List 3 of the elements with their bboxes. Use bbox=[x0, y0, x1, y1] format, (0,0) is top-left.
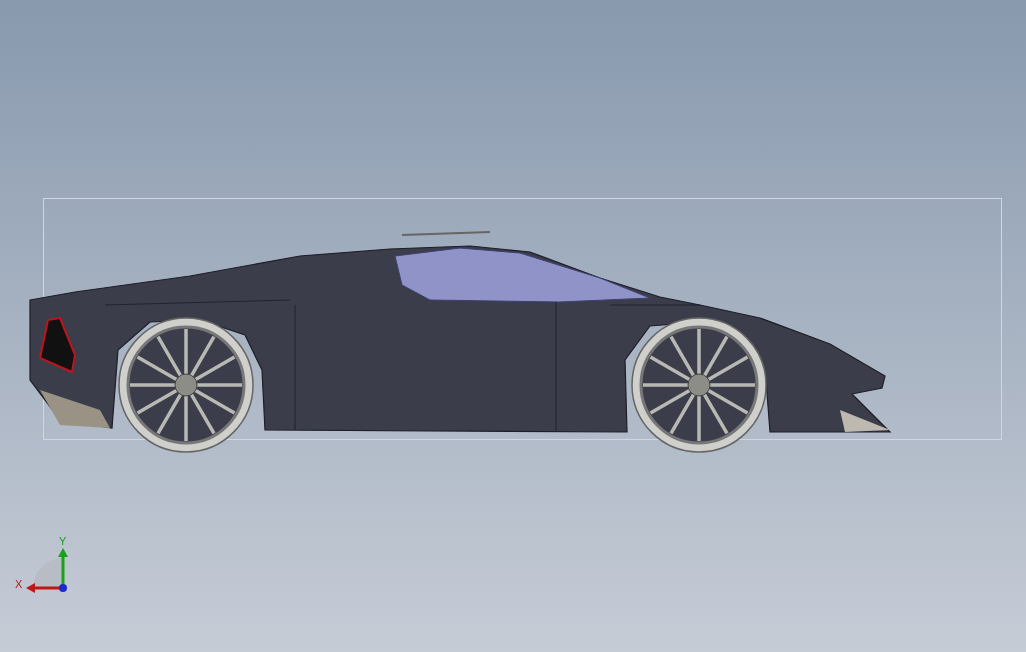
x-axis-label: X bbox=[15, 578, 23, 590]
y-axis-label: Y bbox=[59, 535, 67, 547]
axis-triad-icon bbox=[26, 548, 68, 593]
